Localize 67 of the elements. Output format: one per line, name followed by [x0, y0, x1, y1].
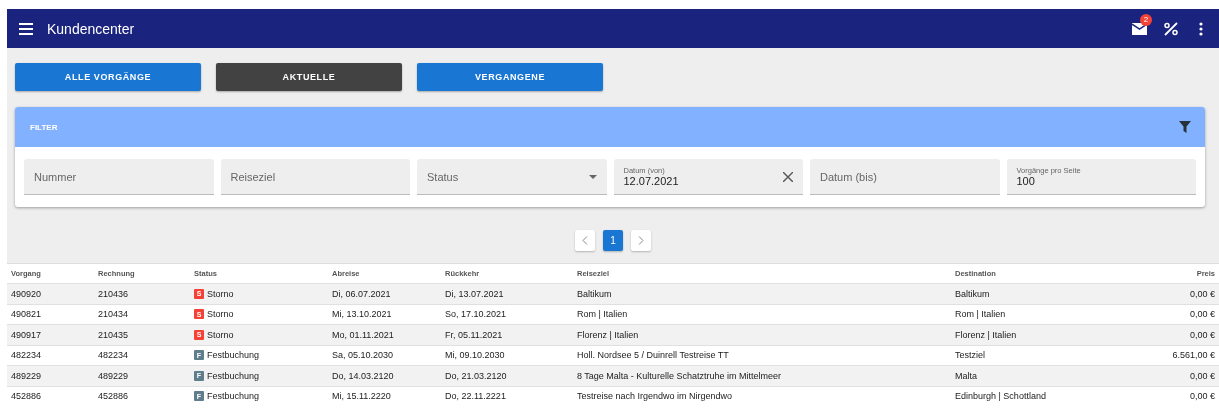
table-cell: Rom | Italien — [955, 309, 1006, 320]
status-label: Storno — [207, 329, 234, 340]
close-icon[interactable] — [783, 171, 793, 182]
table-cell: Florenz | Italien — [577, 329, 639, 340]
table-cell: 490917 — [11, 329, 42, 340]
table-cell: 489229 — [98, 370, 129, 381]
input-field[interactable]: Datum (bis) — [810, 159, 1000, 195]
table-cell: Di, 13.07.2021 — [445, 288, 504, 299]
table-cell: 490920 — [11, 288, 42, 299]
table-cell: Di, 06.07.2021 — [332, 288, 391, 299]
table-cell: Edinburgh | Schottland — [955, 391, 1046, 402]
status-label: Storno — [207, 288, 234, 299]
table-cell: Rom | Italien — [577, 309, 628, 320]
caret-icon — [588, 174, 597, 179]
table-cell: Mi, 13.10.2021 — [332, 309, 392, 320]
table-cell: Mi, 09.10.2030 — [445, 350, 505, 361]
table-cell: 452886 — [11, 391, 42, 402]
table-cell: 0,00 € — [1189, 288, 1215, 299]
table-cell: So, 17.10.2021 — [445, 309, 507, 320]
table-cell: 210434 — [98, 309, 129, 320]
status-label: Festbuchung — [207, 350, 260, 361]
view-button[interactable]: VERGANGENE — [417, 63, 603, 91]
status-label: Festbuchung — [207, 391, 260, 402]
filter-title: FILTER — [30, 122, 58, 132]
table-cell: Holl. Nordsee 5 / Duinrell Testreise TT — [577, 350, 729, 361]
table-cell: Do, 14.03.2120 — [332, 370, 394, 381]
filter-icon[interactable] — [1179, 121, 1191, 133]
page-button[interactable]: 1 — [603, 230, 623, 251]
table-cell: 0,00 € — [1189, 329, 1215, 340]
status-label: Festbuchung — [207, 370, 260, 381]
table-cell: 490821 — [11, 309, 42, 320]
menu-icon[interactable] — [19, 22, 33, 35]
table-cell: Baltikum — [577, 288, 612, 299]
table-cell: Sa, 05.10.2030 — [332, 350, 394, 361]
table-cell: 0,00 € — [1189, 309, 1215, 320]
table-cell: Malta — [955, 370, 977, 381]
view-button[interactable]: ALLE VORGÄNGE — [15, 63, 201, 91]
chevron-right-icon — [638, 236, 644, 245]
input-field[interactable]: Nummer — [24, 159, 214, 195]
table-cell: 482234 — [98, 350, 129, 361]
more-icon[interactable] — [1199, 21, 1203, 36]
status-label: Storno — [207, 309, 234, 320]
table-cell: Do, 22.11.2221 — [445, 391, 506, 402]
table-cell: 6.561,00 € — [1172, 350, 1215, 361]
table-cell: 452886 — [98, 391, 129, 402]
percent-icon[interactable] — [1163, 21, 1179, 36]
table-cell: 210436 — [98, 288, 129, 299]
table-cell: Testziel — [955, 350, 985, 361]
table-cell: 0,00 € — [1189, 370, 1215, 381]
table-cell: 8 Tage Malta - Kulturelle Schatztruhe im Mittelmeer — [577, 370, 781, 381]
table-cell: 489229 — [11, 370, 42, 381]
notification-badge: 2 — [1140, 13, 1152, 26]
table-cell: Mi, 15.11.2220 — [332, 391, 391, 402]
table-cell: Florenz | Italien — [955, 329, 1017, 340]
table-cell: Do, 21.03.2120 — [445, 370, 507, 381]
table-cell: Baltikum — [955, 288, 990, 299]
table-cell: 210435 — [98, 329, 129, 340]
view-button[interactable]: AKTUELLE — [216, 63, 402, 91]
table-cell: Fr, 05.11.2021 — [445, 329, 503, 340]
table-cell: Mo, 01.11.2021 — [332, 329, 394, 340]
input-field[interactable]: Reiseziel — [220, 159, 410, 195]
select-field[interactable]: Status — [417, 159, 607, 195]
chevron-left-icon — [582, 236, 588, 245]
table-cell: 482234 — [11, 350, 42, 361]
app-title: Kundencenter — [47, 20, 135, 37]
table-cell: 0,00 € — [1189, 391, 1215, 402]
table-cell: Testreise nach Irgendwo im Nirgendwo — [577, 391, 733, 402]
